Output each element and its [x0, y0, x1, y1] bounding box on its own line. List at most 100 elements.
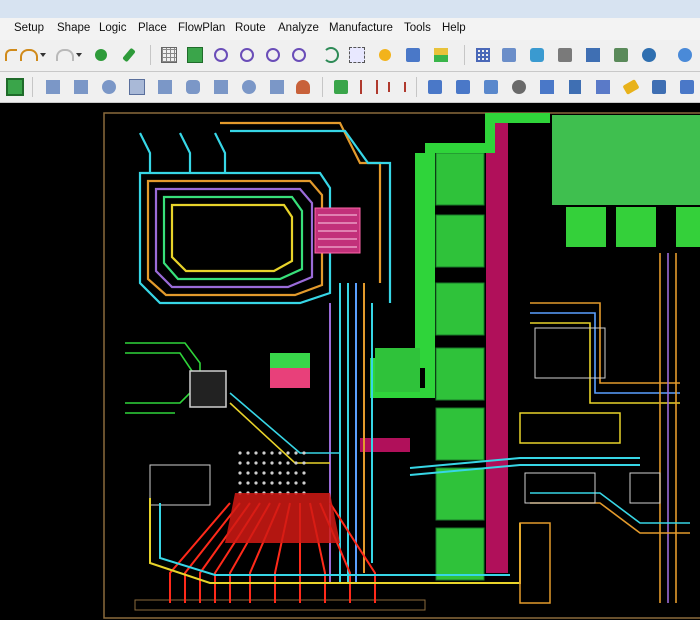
pin-button[interactable] [120, 46, 138, 64]
help-button[interactable] [676, 46, 694, 64]
move-button[interactable] [44, 78, 62, 96]
grid-button[interactable] [160, 46, 178, 64]
person-button[interactable] [294, 78, 312, 96]
layers-button[interactable] [404, 46, 422, 64]
3d-view-button[interactable] [612, 46, 630, 64]
select-button[interactable] [128, 78, 146, 96]
octagon-icon [242, 80, 256, 94]
board-edge-connector [134, 599, 426, 611]
menu-setup[interactable]: Setup [14, 22, 44, 34]
dimension-button[interactable] [360, 78, 378, 96]
swap-icon [428, 80, 442, 94]
select-icon [129, 79, 145, 95]
power-stage-pads [435, 152, 485, 581]
undo-list-button[interactable] [38, 46, 48, 64]
net-button[interactable] [528, 46, 546, 64]
network-icon [652, 80, 666, 94]
undo-dropdown-button[interactable] [20, 46, 38, 64]
routed-traces-bottom [149, 457, 640, 584]
square-icon [214, 80, 228, 94]
copper-pad [375, 348, 420, 392]
zoom-previous-button[interactable] [322, 46, 340, 64]
globe-icon [678, 48, 692, 62]
color-button[interactable] [432, 46, 450, 64]
network-button[interactable] [650, 78, 668, 96]
3d-view-icon [614, 48, 628, 62]
mirror-button[interactable] [538, 78, 556, 96]
delay-button[interactable] [510, 78, 528, 96]
copy-button[interactable] [482, 78, 500, 96]
octagon-button[interactable] [240, 78, 258, 96]
pin-icon [122, 47, 136, 63]
copper-pad [616, 207, 656, 247]
menu-manufacture[interactable]: Manufacture [329, 22, 393, 34]
shape-button[interactable] [156, 78, 174, 96]
design-canvas[interactable] [0, 103, 700, 620]
zoom-fit-button[interactable] [212, 46, 230, 64]
measure-button[interactable] [594, 78, 612, 96]
align-icon [388, 82, 406, 92]
main-toolbar [0, 40, 700, 72]
show-element-button[interactable] [500, 46, 518, 64]
menu-shape[interactable]: Shape [57, 22, 90, 34]
pad-block [435, 347, 485, 401]
menu-route[interactable]: Route [235, 22, 266, 34]
redo-button[interactable] [56, 46, 74, 64]
color-icon [434, 48, 448, 62]
grid-toggle-icon [187, 47, 203, 63]
refresh-button[interactable] [376, 46, 394, 64]
brush-button[interactable] [622, 78, 640, 96]
menu-place[interactable]: Place [138, 22, 167, 34]
pad-block [435, 152, 485, 206]
round-button[interactable] [184, 78, 202, 96]
package-button[interactable] [332, 78, 350, 96]
rats-button[interactable] [556, 46, 574, 64]
zoom-world-button[interactable] [290, 46, 308, 64]
add-via-button[interactable] [92, 46, 110, 64]
copper-pour-red [225, 493, 340, 543]
menu-bar: Setup Shape Logic Place FlowPlan Route A… [0, 18, 700, 41]
rectangle-icon [74, 80, 88, 94]
stats-button[interactable] [584, 46, 602, 64]
place-button[interactable] [6, 78, 24, 96]
menu-flowplan[interactable]: FlowPlan [178, 22, 225, 34]
rats-icon [558, 48, 572, 62]
copper-pad [676, 207, 700, 247]
rectangle-button[interactable] [72, 78, 90, 96]
flag-button[interactable] [566, 78, 584, 96]
spread-icon [680, 80, 694, 94]
text-button[interactable] [268, 78, 286, 96]
pcb-layout[interactable] [0, 103, 700, 620]
toolbar-separator [150, 45, 151, 65]
menu-tools[interactable]: Tools [404, 22, 431, 34]
package-icon [334, 80, 348, 94]
zoom-out-button[interactable] [264, 46, 282, 64]
menu-analyze[interactable]: Analyze [278, 22, 319, 34]
zoom-previous-icon [323, 47, 339, 63]
grid-icon [161, 47, 177, 63]
refresh-icon [379, 49, 391, 61]
chevron-down-icon [40, 53, 46, 57]
matrix-button[interactable] [474, 46, 492, 64]
spread-button[interactable] [678, 78, 696, 96]
grid-toggle-button[interactable] [186, 46, 204, 64]
align-button[interactable] [388, 78, 406, 96]
menu-logic[interactable]: Logic [99, 22, 127, 34]
undo-button[interactable] [2, 46, 20, 64]
assign-button[interactable] [454, 78, 472, 96]
copper-pour-region [552, 115, 700, 205]
zoom-selection-button[interactable] [348, 46, 366, 64]
settings-button[interactable] [640, 46, 658, 64]
circle-button[interactable] [100, 78, 118, 96]
toolbar-separator [464, 45, 465, 65]
square-button[interactable] [212, 78, 230, 96]
qfn-chip [189, 370, 227, 408]
toolbar-separator [416, 77, 417, 97]
routed-traces-right [530, 253, 690, 603]
zoom-in-button[interactable] [238, 46, 256, 64]
matrix-icon [476, 48, 490, 62]
menu-help[interactable]: Help [442, 22, 466, 34]
swap-button[interactable] [426, 78, 444, 96]
assign-icon [456, 80, 470, 94]
redo-list-button[interactable] [74, 46, 84, 64]
